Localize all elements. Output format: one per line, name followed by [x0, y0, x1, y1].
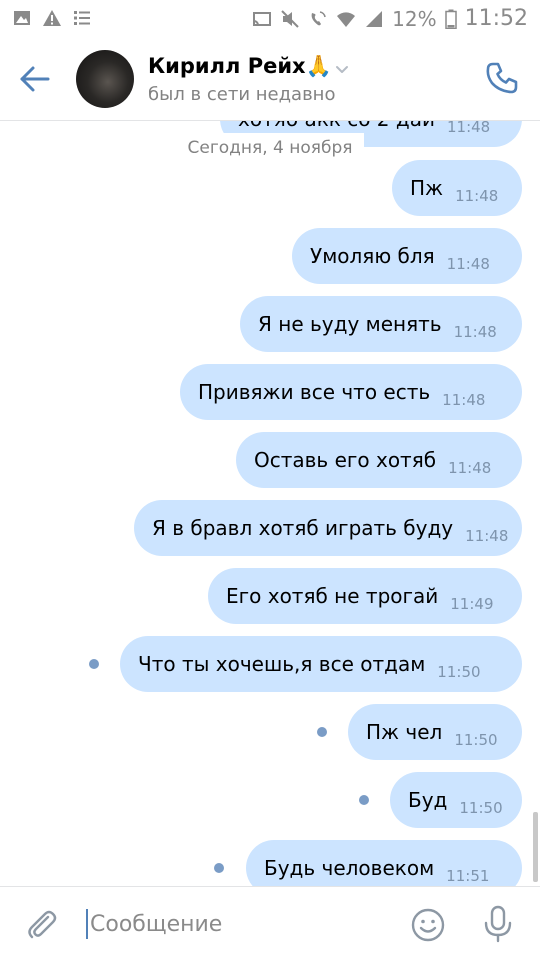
message-bubble[interactable]: Что ты хочешь,я все отдам 11:50	[120, 636, 522, 692]
message-time: 11:48	[448, 459, 492, 477]
message-text: Его хотяб не трогай	[226, 584, 439, 608]
message-time: 11:51	[446, 867, 490, 885]
image-icon	[14, 11, 30, 25]
message-row[interactable]: Привяжи все что есть 11:48	[180, 364, 522, 420]
message-time: 11:48	[446, 255, 490, 273]
battery-percent: 12%	[392, 6, 437, 31]
message-row[interactable]: Что ты хочешь,я все отдам 11:50	[120, 636, 522, 692]
message-text: Я в бравл хотяб играть буду	[152, 516, 454, 540]
message-time: 11:48	[442, 391, 486, 409]
message-row[interactable]: Умоляю бля 11:48	[292, 228, 522, 284]
warning-icon	[43, 10, 61, 26]
message-bubble[interactable]: Привяжи все что есть 11:48	[180, 364, 522, 420]
cast-icon	[253, 11, 272, 26]
message-bubble[interactable]: Я в бравл хотяб играть буду 11:48	[134, 500, 522, 556]
list-icon	[74, 11, 90, 25]
message-text: Будь человеком	[264, 856, 435, 880]
message-time: 11:48	[446, 121, 491, 136]
message-time: 11:50	[437, 663, 481, 681]
scrollbar[interactable]	[533, 812, 538, 882]
battery-icon	[444, 9, 457, 29]
message-bubble[interactable]: Его хотяб не трогай 11:49	[208, 568, 522, 624]
message-row[interactable]: Оставь его хотяб 11:48	[236, 432, 522, 488]
unread-indicator	[317, 727, 327, 737]
chevron-down-icon[interactable]	[334, 62, 350, 78]
message-bubble[interactable]: Будь человеком 11:51	[246, 840, 522, 886]
message-list[interactable]: хотяб акк со 2 дай 11:48 Сегодня, 4 нояб…	[0, 121, 540, 886]
message-bubble[interactable]: Буд 11:50	[390, 772, 522, 828]
message-time: 11:48	[453, 323, 497, 341]
unread-indicator	[89, 659, 99, 669]
unread-indicator	[359, 795, 369, 805]
message-time: 11:50	[454, 731, 498, 749]
status-left-icons	[12, 8, 92, 28]
status-bar: 12% 11:52	[0, 0, 540, 38]
message-text: Буд	[408, 788, 448, 812]
paperclip-icon[interactable]	[24, 907, 58, 941]
message-time: 11:48	[455, 187, 499, 205]
composer-bar	[0, 886, 540, 961]
chat-header: Кирилл Рейх🙏 был в сети недавно	[0, 38, 540, 121]
message-text: Пж чел	[366, 720, 443, 744]
microphone-icon[interactable]	[482, 905, 514, 943]
message-text: Привяжи все что есть	[198, 380, 431, 404]
message-row[interactable]: Пж чел 11:50	[348, 704, 522, 760]
mute-icon	[281, 9, 299, 28]
signal-icon	[366, 10, 383, 27]
message-row[interactable]: Будь человеком 11:51	[246, 840, 522, 886]
message-text: Пж	[410, 176, 444, 200]
avatar[interactable]	[76, 50, 134, 108]
message-text: Умоляю бля	[310, 244, 435, 268]
message-input[interactable]	[88, 905, 392, 943]
wifi-call-icon	[311, 10, 326, 25]
message-bubble[interactable]: Пж 11:48	[392, 160, 522, 216]
message-row[interactable]: Пж 11:48	[392, 160, 522, 216]
message-text: Оставь его хотяб	[254, 448, 437, 472]
message-text: хотяб акк со 2 дай	[238, 121, 435, 131]
message-time: 11:50	[459, 799, 503, 817]
contact-name[interactable]: Кирилл Рейх🙏	[148, 54, 332, 79]
message-text: Я не ьуду менять	[258, 312, 442, 336]
message-bubble[interactable]: Пж чел 11:50	[348, 704, 522, 760]
contact-status: был в сети недавно	[148, 84, 336, 105]
message-text: Что ты хочешь,я все отдам	[138, 652, 426, 676]
wifi-icon	[337, 11, 356, 27]
status-right-icons: 12% 11:52	[252, 6, 528, 31]
emoji-icon[interactable]	[410, 907, 446, 943]
message-bubble[interactable]: Умоляю бля 11:48	[292, 228, 522, 284]
unread-indicator	[214, 863, 224, 873]
message-bubble[interactable]: Оставь его хотяб 11:48	[236, 432, 522, 488]
message-row[interactable]: Я не ьуду менять 11:48	[240, 296, 522, 352]
message-row[interactable]: Его хотяб не трогай 11:49	[208, 568, 522, 624]
message-row[interactable]: Я в бравл хотяб играть буду 11:48	[134, 500, 522, 556]
message-time: 11:48	[465, 527, 509, 545]
message-bubble[interactable]: Я не ьуду менять 11:48	[240, 296, 522, 352]
date-separator: Сегодня, 4 ноября	[176, 133, 364, 163]
message-time: 11:49	[450, 595, 494, 613]
back-arrow-icon[interactable]	[18, 62, 52, 96]
phone-icon[interactable]	[484, 60, 520, 96]
message-row[interactable]: Буд 11:50	[390, 772, 522, 828]
status-time: 11:52	[464, 6, 528, 31]
